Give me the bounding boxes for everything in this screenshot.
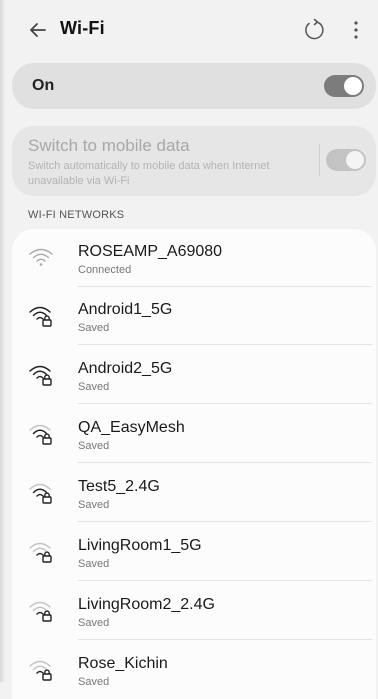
divider [319,144,320,176]
wifi-locked-icon [29,660,52,681]
network-status: Saved [78,322,110,334]
mobile-data-description: Switch automatically to mobile data when… [28,160,270,187]
network-status: Saved [78,617,110,629]
network-name: LivingRoom2_2.4G [78,596,215,613]
back-button[interactable] [26,18,50,42]
network-name: Android2_5G [78,360,173,377]
wifi-open-icon [29,248,53,266]
divider [78,580,372,581]
refresh-icon [305,18,324,40]
network-status: Saved [78,440,110,452]
divider [78,462,372,463]
network-item-livingroom1-5g[interactable]: LivingRoom1_5G Saved [12,523,376,581]
switch-to-mobile-data-row[interactable]: Switch to mobile data Switch automatical… [12,126,376,196]
network-name: Rose_Kichin [78,655,168,672]
network-item-rose-kichin[interactable]: Rose_Kichin Saved [12,641,376,699]
toggle-knob [346,151,364,169]
network-name: LivingRoom1_5G [78,537,202,554]
divider [78,403,372,404]
network-name: ROSEAMP_A69080 [78,243,223,260]
divider [78,344,372,345]
network-item-livingroom2-2-4g[interactable]: LivingRoom2_2.4G Saved [12,582,376,640]
page-title: Wi-Fi [60,18,105,38]
wifi-state-label: On [32,77,55,94]
wifi-locked-icon [29,365,52,386]
wifi-locked-icon [29,483,52,504]
network-status: Saved [78,499,110,511]
device-bezel [0,0,8,682]
networks-section-label: WI-FI NETWORKS [28,209,125,221]
network-status: Saved [78,676,110,688]
divider [78,521,372,522]
network-name: Test5_2.4G [78,478,160,495]
wifi-master-toggle-row[interactable]: On [12,63,376,109]
more-options-button[interactable] [346,16,366,44]
network-item-android2-5g[interactable]: Android2_5G Saved [12,346,376,404]
wifi-toggle-switch[interactable] [324,75,364,97]
network-status: Connected [78,264,132,276]
wifi-locked-icon [29,424,52,445]
wifi-locked-icon [29,542,52,563]
divider [78,639,372,640]
app-bar: Wi-Fi [8,0,378,60]
mobile-data-title: Switch to mobile data [28,136,190,155]
wifi-settings-screen: Wi-Fi On Switch to mobile data Switch au… [8,0,378,699]
network-item-qa-easymesh[interactable]: QA_EasyMesh Saved [12,405,376,463]
networks-list: ROSEAMP_A69080 Connected Android1_5G Sav… [12,229,376,699]
toggle-knob [344,77,362,95]
network-status: Saved [78,381,110,393]
wifi-locked-icon [29,306,52,327]
refresh-button[interactable] [300,16,328,44]
network-item-roseamp[interactable]: ROSEAMP_A69080 Connected [12,229,376,287]
more-vert-icon [354,21,358,39]
network-status: Saved [78,558,110,570]
wifi-locked-icon [29,601,52,622]
network-item-test5-2-4g[interactable]: Test5_2.4G Saved [12,464,376,522]
network-name: Android1_5G [78,301,173,318]
network-item-android1-5g[interactable]: Android1_5G Saved [12,287,376,345]
arrow-left-icon [30,23,46,37]
mobile-data-toggle-switch[interactable] [326,149,366,171]
network-name: QA_EasyMesh [78,419,185,436]
